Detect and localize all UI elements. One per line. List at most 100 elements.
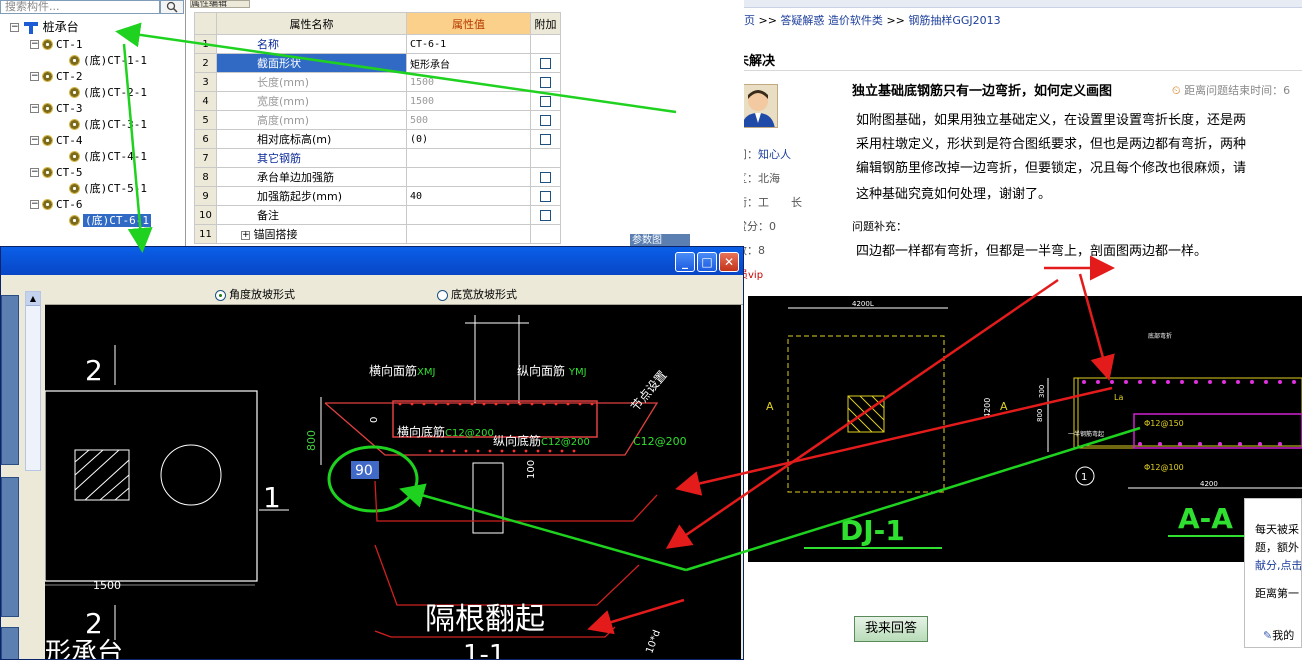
value-cell[interactable] [406, 205, 531, 225]
component-icon [42, 167, 53, 178]
table-row[interactable]: 6 相对底标高(m) (0) [194, 129, 561, 149]
attach-checkbox[interactable] [540, 134, 551, 145]
component-icon [69, 87, 80, 98]
tree-item-ct-6-1[interactable]: (底)CT-6-1 [66, 212, 151, 228]
question-timer: ⏲ 距离问题结束时间：6 [1172, 84, 1291, 97]
attach-checkbox[interactable] [540, 115, 551, 126]
tree-item-ct-2-1[interactable]: (底)CT-2-1 [66, 84, 147, 100]
label-la: La [1114, 393, 1123, 402]
breadcrumb-link[interactable]: 钢筋抽样GGJ2013 [908, 14, 1000, 27]
section-outline [1073, 377, 1302, 449]
tree-item-ct-1[interactable]: − CT-1 [30, 36, 83, 52]
value-cell[interactable]: 1500 [406, 91, 531, 111]
header-extra: 附加 [530, 12, 561, 35]
side-panel-tab[interactable] [1, 627, 19, 659]
dim-4200-top: 4200L [852, 300, 874, 308]
tree-item-ct-3-1[interactable]: (底)CT-3-1 [66, 116, 147, 132]
question-body-line: 这种基础究竟如何处理，谢谢了。 [856, 187, 1052, 202]
component-icon [42, 103, 53, 114]
header-value: 属性值 [406, 12, 531, 35]
collapse-icon[interactable]: − [30, 136, 39, 145]
vip-badge: 员vip [744, 270, 764, 281]
dim-10d: 10*d [644, 629, 663, 655]
label-2-top: 2 [85, 354, 103, 387]
close-button[interactable]: ✕ [719, 252, 739, 272]
side-panel-tab[interactable] [1, 477, 19, 617]
value-cell[interactable]: 矩形承台 [406, 53, 531, 73]
question-title: 独立基础底钢筋只有一边弯折，如何定义画图 [852, 84, 1113, 99]
component-icon [42, 135, 53, 146]
value-cell[interactable] [406, 167, 531, 187]
table-row[interactable]: 1 名称 CT-6-1 [194, 34, 561, 54]
tab-property-edit[interactable]: 属性编辑 [190, 0, 250, 8]
tab-param-diagram[interactable]: 参数图 [630, 234, 690, 246]
angle-input-value[interactable]: 90 [355, 463, 373, 479]
collapse-icon[interactable]: − [10, 23, 19, 32]
asker-link[interactable]: 知心人 [758, 148, 791, 161]
value-cell[interactable]: 40 [406, 186, 531, 206]
table-row[interactable]: 10 备注 [194, 205, 561, 225]
breadcrumb-link[interactable]: 答疑解惑 [780, 14, 824, 27]
collapse-icon[interactable]: − [30, 40, 39, 49]
tree-item-ct-3[interactable]: − CT-3 [30, 100, 83, 116]
collapse-icon[interactable]: − [30, 200, 39, 209]
radio-angle[interactable]: 角度放坡形式 [215, 286, 295, 302]
attach-checkbox[interactable] [540, 191, 551, 202]
tree-item-ct-5-1[interactable]: (底)CT-5-1 [66, 180, 147, 196]
scroll-up-icon[interactable]: ▲ [26, 292, 40, 306]
table-row[interactable]: 3 长度(mm) 1500 [194, 72, 561, 92]
attach-checkbox[interactable] [540, 96, 551, 107]
search-input[interactable]: 搜索构件... [0, 0, 160, 14]
table-row[interactable]: 11 + 锚固搭接 [194, 224, 561, 244]
tree-item-ct-2[interactable]: − CT-2 [30, 68, 83, 84]
qa-webpage: 页 >> 答疑解惑 造价软件类 >> 钢筋抽样GGJ2013 未解决 独立基础底… [744, 0, 1302, 660]
table-row[interactable]: 2 截面形状 矩形承台 [194, 53, 561, 73]
table-row[interactable]: 4 宽度(mm) 1500 [194, 91, 561, 111]
radio-width[interactable]: 底宽放坡形式 [437, 286, 517, 302]
collapse-icon[interactable]: − [30, 168, 39, 177]
breadcrumb-link[interactable]: 造价软件类 [828, 14, 883, 27]
answer-button[interactable]: 我来回答 [854, 616, 928, 642]
expand-icon[interactable]: + [241, 230, 250, 240]
value-cell[interactable]: 500 [406, 110, 531, 130]
attached-drawing[interactable]: 4200L A A 4200 DJ-1 300 800 La Φ12@150 Φ… [748, 296, 1302, 562]
table-row[interactable]: 8 承台单边加强筋 [194, 167, 561, 187]
tree-item-ct-6[interactable]: − CT-6 [30, 196, 83, 212]
label-top-mesh: 横向面筋XMJ [369, 363, 435, 378]
component-icon [69, 215, 80, 226]
tree-item-ct-1-1[interactable]: (底)CT-1-1 [66, 52, 147, 68]
dialog-titlebar[interactable]: _ □ ✕ [1, 247, 743, 275]
side-panel-tab[interactable] [1, 295, 19, 465]
param-dialog: _ □ ✕ ▲ 角度放坡形式 底宽放坡形式 2 1 1500 2 形承台 800… [0, 246, 744, 660]
minimize-button[interactable]: _ [675, 252, 695, 272]
attach-checkbox[interactable] [540, 77, 551, 88]
tree-item-ct-5[interactable]: − CT-5 [30, 164, 83, 180]
attach-checkbox[interactable] [540, 172, 551, 183]
collapse-icon[interactable]: − [30, 72, 39, 81]
table-row[interactable]: 5 高度(mm) 500 [194, 110, 561, 130]
meta-region: 区：北海 [744, 172, 780, 185]
value-cell[interactable]: (0) [406, 129, 531, 149]
attach-checkbox[interactable] [540, 58, 551, 69]
avatar[interactable] [744, 84, 778, 128]
maximize-button[interactable]: □ [697, 252, 717, 272]
value-cell[interactable]: 1500 [406, 72, 531, 92]
title-aa: A-A [1178, 502, 1233, 535]
collapse-icon[interactable]: − [30, 104, 39, 113]
tree-root[interactable]: − 桩承台 [10, 19, 79, 35]
breadcrumb-link[interactable]: 页 [744, 14, 755, 27]
tree-item-ct-4-1[interactable]: (底)CT-4-1 [66, 148, 147, 164]
table-row[interactable]: 9 加强筋起步(mm) 40 [194, 186, 561, 206]
property-panel: 属性编辑 属性名称 属性值 附加 1 名称 CT-6-1 2 截面形状 矩形承台 3 长度… [190, 0, 730, 246]
param-drawing-canvas[interactable]: 2 1 1500 2 形承台 800 0 100 横向面筋XMJ 纵向面筋 YM… [45, 305, 741, 659]
value-cell[interactable] [406, 148, 531, 168]
my-link[interactable]: ✎我的 [1263, 627, 1294, 643]
value-cell[interactable]: CT-6-1 [406, 34, 531, 54]
label-a-left: A [766, 400, 774, 413]
dim-4200-side: 4200 [983, 398, 992, 418]
search-icon[interactable] [160, 0, 184, 14]
vertical-scrollbar[interactable]: ▲ [25, 291, 41, 471]
attach-checkbox[interactable] [540, 210, 551, 221]
table-row[interactable]: 7 其它钢筋 [194, 148, 561, 168]
tree-item-ct-4[interactable]: − CT-4 [30, 132, 83, 148]
